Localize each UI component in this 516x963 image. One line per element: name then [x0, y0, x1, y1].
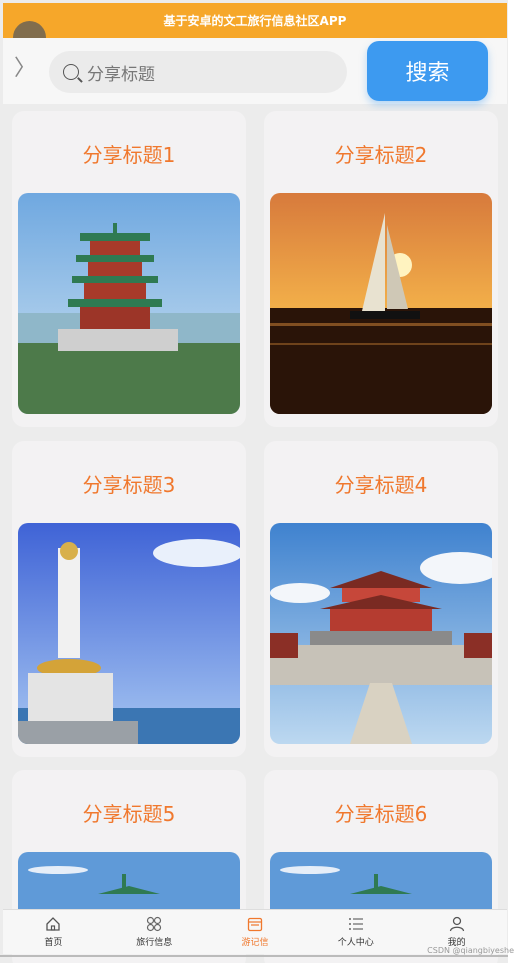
- share-card-title: 分享标题5: [82, 802, 176, 826]
- tab-travel-info[interactable]: 旅行信息: [104, 910, 205, 954]
- search-input[interactable]: 分享标题: [49, 51, 347, 93]
- share-card-1[interactable]: 分享标题1: [12, 111, 246, 427]
- tab-home[interactable]: 首页: [3, 910, 104, 954]
- home-icon: [46, 917, 61, 931]
- share-card-4[interactable]: 分享标题4: [264, 441, 498, 757]
- share-card-title: 分享标题1: [82, 143, 176, 167]
- calendar-icon: [247, 917, 263, 932]
- share-card-title: 分享标题3: [82, 473, 176, 497]
- list-icon: [348, 918, 363, 930]
- watermark: CSDN @qiangbiyeshe: [427, 946, 514, 955]
- sailboat-image[interactable]: [270, 193, 492, 414]
- search-icon: [63, 64, 79, 80]
- tab-label: 首页: [44, 938, 63, 948]
- tab-center[interactable]: 个人中心: [305, 910, 406, 954]
- user-icon: [449, 916, 464, 932]
- pagoda-image[interactable]: [18, 193, 240, 414]
- share-card-3[interactable]: 分享标题3: [12, 441, 246, 757]
- search-button[interactable]: 搜索: [367, 41, 488, 101]
- share-card-title: 分享标题6: [334, 802, 428, 826]
- tab-label: 旅行信息: [136, 938, 173, 948]
- temple-image[interactable]: [270, 523, 492, 744]
- back-chevron-icon[interactable]: 〉: [14, 56, 36, 82]
- search-placeholder: 分享标题: [87, 64, 155, 85]
- grid-icon: [147, 916, 162, 932]
- bottom-divider: [0, 955, 508, 957]
- tab-travel-notes[interactable]: 游记信: [205, 910, 306, 954]
- share-card-2[interactable]: 分享标题2: [264, 111, 498, 427]
- app-title-bar: 基于安卓的文工旅行信息社区APP: [3, 3, 507, 38]
- app-title: 基于安卓的文工旅行信息社区APP: [163, 14, 347, 28]
- tab-label: 个人中心: [337, 938, 374, 948]
- share-card-title: 分享标题2: [334, 143, 428, 167]
- app-frame: 基于安卓的文工旅行信息社区APP 〉 分享标题 搜索 分享标题1 分享标题2 分…: [0, 0, 508, 963]
- tab-label: 游记信: [241, 938, 269, 948]
- share-card-title: 分享标题4: [334, 473, 428, 497]
- guanyin-statue-image[interactable]: [18, 523, 240, 744]
